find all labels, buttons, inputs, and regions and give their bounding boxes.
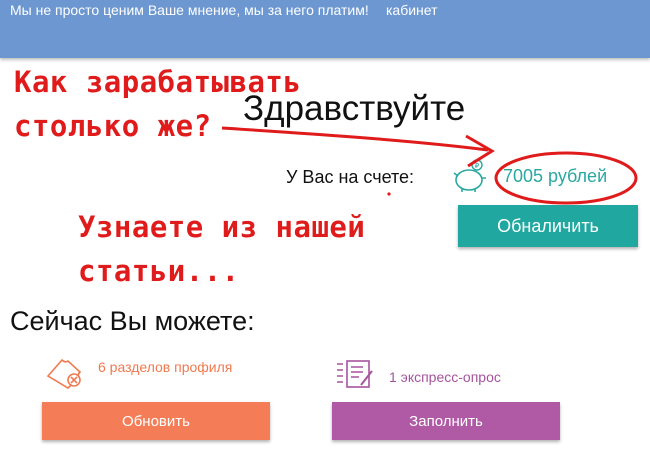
annotation-balance-circle [494,151,638,205]
annotation-dot [387,192,391,196]
annotation-overlay [221,126,638,205]
annotation-arrowhead [465,134,495,168]
annotation-arrow [221,126,489,152]
